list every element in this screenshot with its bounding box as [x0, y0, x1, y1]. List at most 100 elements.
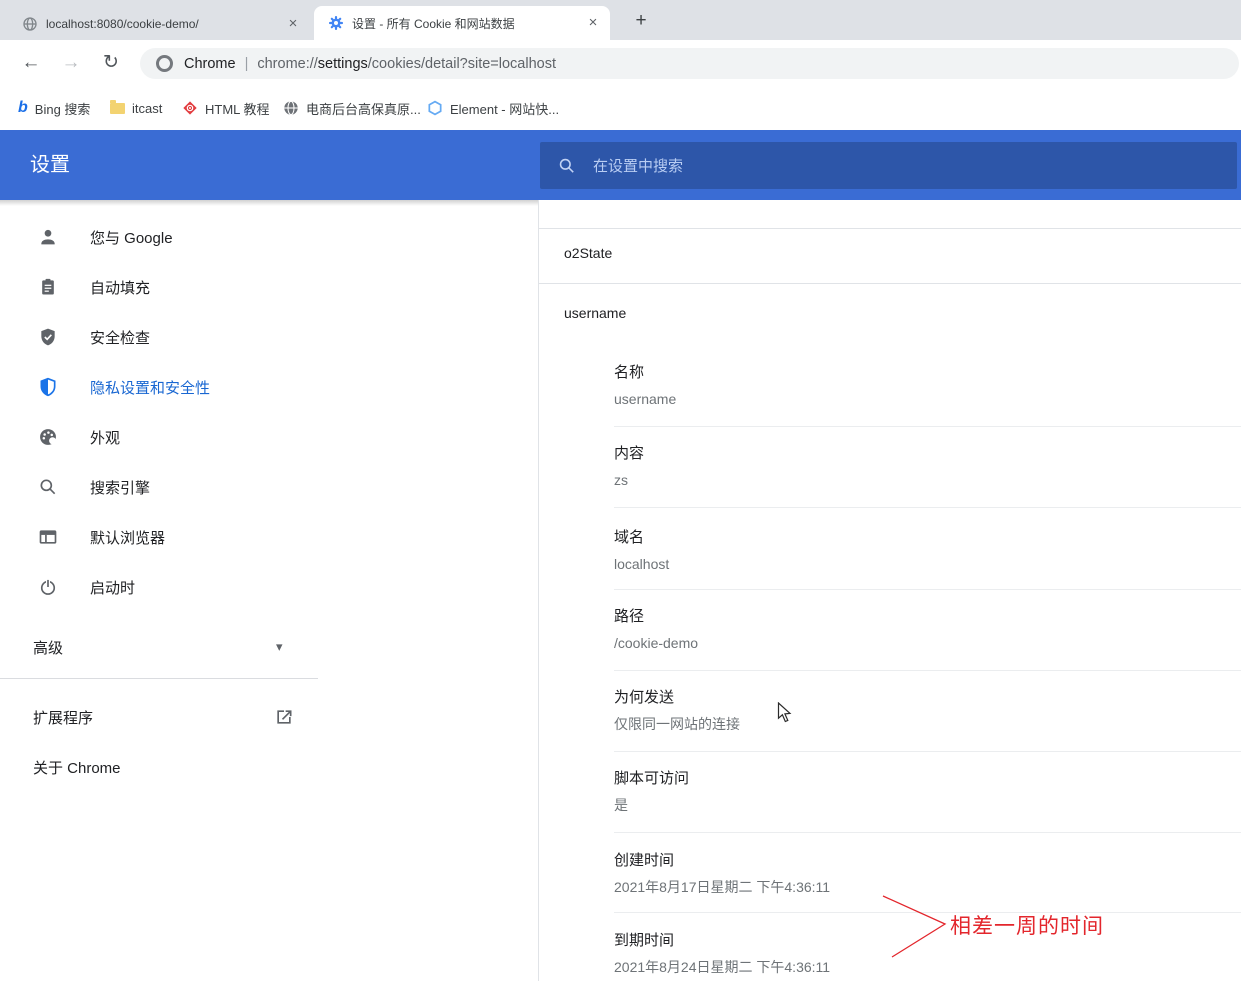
browser-window-icon [38, 527, 58, 547]
close-icon[interactable]: × [284, 15, 302, 33]
shield-half-icon [38, 377, 58, 397]
bookmark-html-tutorial[interactable]: HTML 教程 [182, 86, 270, 130]
address-bar[interactable]: Chrome | chrome://settings/cookies/detai… [140, 48, 1239, 79]
extensions-label: 扩展程序 [33, 707, 93, 728]
detail-value: 仅限同一网站的连接 [614, 715, 740, 733]
search-icon [557, 156, 576, 175]
bookmark-element[interactable]: Element - 网站快... [427, 86, 559, 130]
divider [614, 670, 1241, 671]
sidebar-item-label: 搜索引擎 [90, 477, 150, 498]
sidebar-item-appearance[interactable]: 外观 [0, 412, 330, 462]
tab-localhost[interactable]: localhost:8080/cookie-demo/ × [10, 7, 310, 40]
detail-label: 为何发送 [614, 688, 740, 708]
detail-send-for: 为何发送 仅限同一网站的连接 [614, 688, 740, 733]
mouse-cursor [777, 702, 792, 723]
back-button[interactable]: ← [17, 49, 45, 77]
sidebar-item-privacy-security[interactable]: 隐私设置和安全性 [0, 362, 330, 412]
folder-icon [110, 103, 125, 114]
forward-button[interactable]: → [57, 49, 85, 77]
address-url-path: /cookies/detail?site=localhost [368, 56, 556, 72]
advanced-toggle[interactable]: 高级 ▾ [0, 622, 330, 672]
sidebar-item-about-chrome[interactable]: 关于 Chrome [0, 742, 330, 792]
bookmark-label: Element - 网站快... [450, 99, 559, 118]
settings-header: 设置 在设置中搜索 [0, 130, 1241, 200]
address-url-host: settings [318, 56, 368, 72]
divider [539, 228, 1241, 229]
new-tab-button[interactable]: + [628, 9, 654, 33]
cookie-row-o2state[interactable]: o2State [564, 245, 612, 261]
advanced-label: 高级 [33, 637, 63, 658]
chevron-down-icon: ▾ [276, 639, 283, 655]
sidebar-item-label: 隐私设置和安全性 [90, 377, 210, 398]
sidebar-item-autofill[interactable]: 自动填充 [0, 262, 330, 312]
browser-window: localhost:8080/cookie-demo/ × 设置 - 所有 Co… [0, 0, 1241, 981]
detail-label: 到期时间 [614, 931, 830, 951]
tab-title: 设置 - 所有 Cookie 和网站数据 [352, 15, 584, 32]
external-link-icon [274, 707, 294, 727]
reload-button[interactable]: ↻ [97, 49, 125, 77]
bookmark-label: itcast [132, 101, 162, 116]
sidebar-divider [0, 678, 318, 679]
html-tutorial-icon [182, 100, 198, 116]
detail-value: localhost [614, 555, 669, 573]
close-icon[interactable]: × [584, 14, 602, 32]
palette-icon [38, 427, 58, 447]
cookie-row-username[interactable]: username [564, 305, 626, 321]
detail-name: 名称 username [614, 363, 676, 408]
page-title: 设置 [30, 130, 70, 200]
bookmark-ecommerce[interactable]: 电商后台高保真原... [283, 86, 421, 130]
sidebar-item-label: 安全检查 [90, 327, 150, 348]
sidebar-item-label: 默认浏览器 [90, 527, 165, 548]
divider [539, 283, 1241, 284]
sidebar-item-extensions[interactable]: 扩展程序 [0, 692, 330, 742]
detail-expires: 到期时间 2021年8月24日星期二 下午4:36:11 [614, 931, 830, 976]
sidebar-item-search-engine[interactable]: 搜索引擎 [0, 462, 330, 512]
detail-label: 创建时间 [614, 851, 830, 871]
settings-search-input[interactable]: 在设置中搜索 [540, 142, 1237, 189]
sidebar-item-label: 自动填充 [90, 277, 150, 298]
tab-strip: localhost:8080/cookie-demo/ × 设置 - 所有 Co… [0, 0, 1241, 40]
clipboard-icon [38, 277, 58, 297]
person-icon [38, 227, 58, 247]
detail-created: 创建时间 2021年8月17日星期二 下午4:36:11 [614, 851, 830, 896]
tab-settings[interactable]: 设置 - 所有 Cookie 和网站数据 × [314, 6, 610, 40]
search-placeholder: 在设置中搜索 [593, 155, 683, 176]
detail-value: 2021年8月17日星期二 下午4:36:11 [614, 878, 830, 896]
detail-script-accessible: 脚本可访问 是 [614, 769, 689, 814]
sidebar-item-safety-check[interactable]: 安全检查 [0, 312, 330, 362]
divider [614, 912, 1241, 913]
divider [614, 426, 1241, 427]
shield-check-icon [38, 327, 58, 347]
sidebar-item-label: 您与 Google [90, 227, 173, 248]
detail-domain: 域名 localhost [614, 528, 669, 573]
divider [614, 589, 1241, 590]
address-separator: | [245, 56, 249, 72]
bookmarks-bar: b Bing 搜索 itcast HTML 教程 电商后台高保真原... Ele… [0, 86, 1241, 130]
detail-value: username [614, 390, 676, 408]
annotation-text: 相差一周的时间 [950, 910, 1104, 940]
bookmark-label: Bing 搜索 [35, 99, 91, 118]
detail-content: 内容 zs [614, 444, 644, 489]
detail-label: 域名 [614, 528, 669, 548]
address-app-name: Chrome [184, 56, 236, 72]
detail-value: /cookie-demo [614, 634, 698, 652]
sidebar-item-default-browser[interactable]: 默认浏览器 [0, 512, 330, 562]
globe-icon [22, 16, 38, 32]
about-label: 关于 Chrome [33, 757, 121, 778]
detail-value: 是 [614, 796, 689, 814]
power-icon [38, 577, 58, 597]
toolbar: ← → ↻ Chrome | chrome://settings/cookies… [0, 40, 1241, 86]
detail-label: 路径 [614, 607, 698, 627]
bookmark-itcast[interactable]: itcast [110, 86, 162, 130]
bookmark-bing[interactable]: b Bing 搜索 [18, 86, 90, 130]
sidebar-item-you-and-google[interactable]: 您与 Google [0, 212, 330, 262]
detail-label: 名称 [614, 363, 676, 383]
sidebar-item-label: 外观 [90, 427, 120, 448]
detail-value: zs [614, 471, 644, 489]
element-icon [427, 100, 443, 116]
sidebar-item-on-startup[interactable]: 启动时 [0, 562, 330, 612]
gear-icon [328, 15, 344, 31]
detail-value: 2021年8月24日星期二 下午4:36:11 [614, 958, 830, 976]
divider [614, 507, 1241, 508]
cookie-detail-panel: o2State username 名称 username 内容 zs 域名 lo… [538, 200, 1241, 981]
